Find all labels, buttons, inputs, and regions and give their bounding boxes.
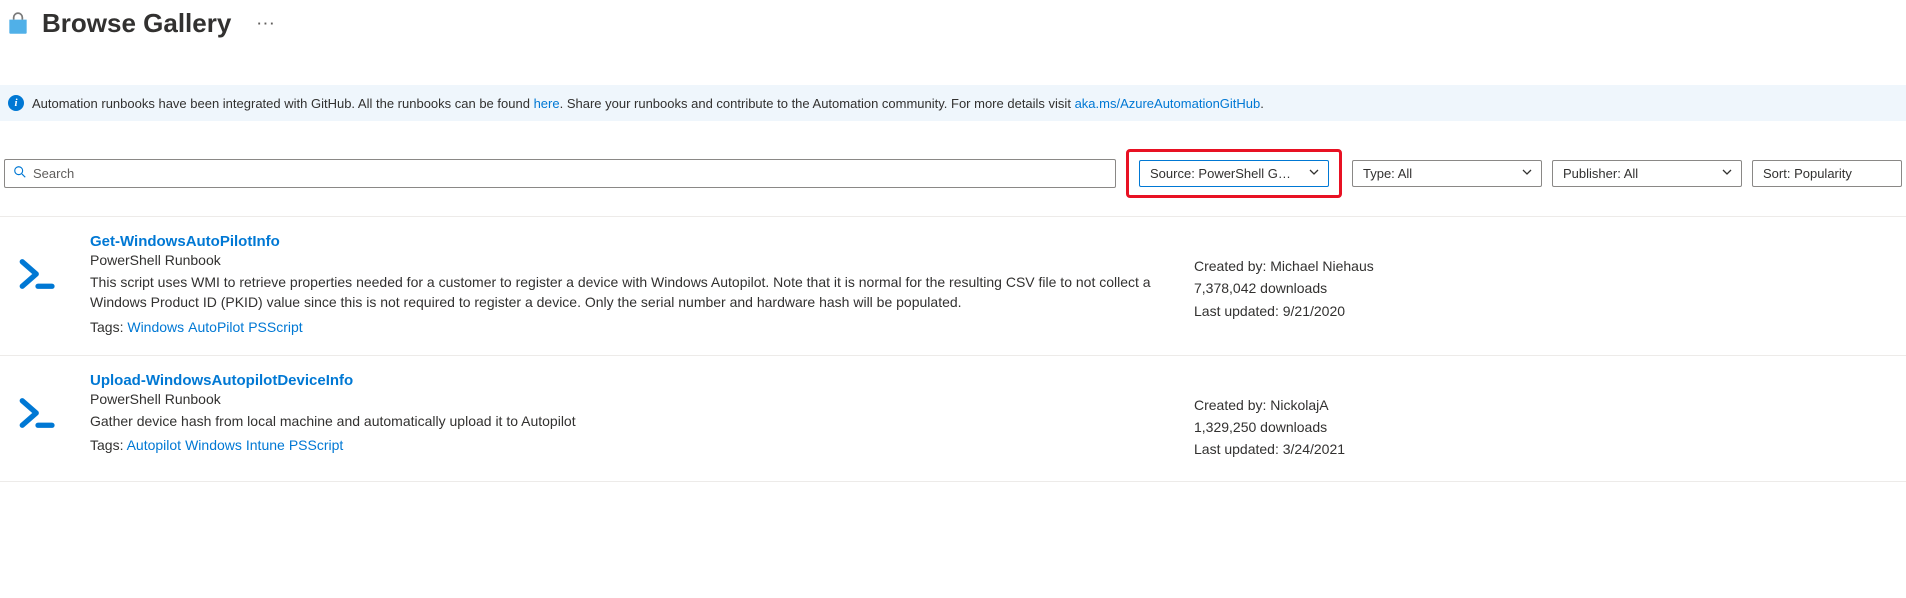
results-list: Get-WindowsAutoPilotInfo PowerShell Runb… <box>0 216 1906 482</box>
source-dropdown-label: Source: PowerShell G… <box>1150 166 1291 181</box>
result-meta: Created by: NickolajA 1,329,250 download… <box>1194 372 1454 461</box>
tag-link[interactable]: PSScript <box>289 437 343 453</box>
result-item: Get-WindowsAutoPilotInfo PowerShell Runb… <box>0 217 1906 356</box>
last-updated: Last updated: 9/21/2020 <box>1194 300 1454 322</box>
tags-label: Tags: <box>90 437 127 453</box>
page-title: Browse Gallery <box>42 8 231 39</box>
info-icon: i <box>8 95 24 111</box>
source-dropdown[interactable]: Source: PowerShell G… <box>1139 160 1329 187</box>
type-dropdown-label: Type: All <box>1363 166 1412 181</box>
result-main: Get-WindowsAutoPilotInfo PowerShell Runb… <box>90 233 1170 335</box>
page-header: Browse Gallery ··· <box>0 0 1906 47</box>
chevron-down-icon <box>1521 166 1533 181</box>
type-dropdown[interactable]: Type: All <box>1352 160 1542 187</box>
more-button[interactable]: ··· <box>253 16 280 31</box>
banner-link-here[interactable]: here <box>534 96 560 111</box>
chevron-down-icon <box>1721 166 1733 181</box>
tag-link[interactable]: PSScript <box>248 319 302 335</box>
banner-link-github[interactable]: aka.ms/AzureAutomationGitHub <box>1075 96 1261 111</box>
banner-text-1: Automation runbooks have been integrated… <box>32 96 534 111</box>
result-item: Upload-WindowsAutopilotDeviceInfo PowerS… <box>0 356 1906 482</box>
tag-link[interactable]: Autopilot <box>127 437 181 453</box>
sort-dropdown[interactable]: Sort: Popularity <box>1752 160 1902 187</box>
downloads: 7,378,042 downloads <box>1194 277 1454 299</box>
result-tags: Tags: AutopilotWindowsIntunePSScript <box>90 437 1170 453</box>
tag-link[interactable]: AutoPilot <box>188 319 244 335</box>
publisher-dropdown[interactable]: Publisher: All <box>1552 160 1742 187</box>
sort-dropdown-label: Sort: Popularity <box>1763 166 1852 181</box>
result-tags: Tags: WindowsAutoPilotPSScript <box>90 319 1170 335</box>
last-updated: Last updated: 3/24/2021 <box>1194 438 1454 460</box>
search-icon <box>13 165 27 182</box>
result-description: This script uses WMI to retrieve propert… <box>90 272 1170 313</box>
tag-link[interactable]: Intune <box>246 437 285 453</box>
tags-label: Tags: <box>90 319 127 335</box>
result-description: Gather device hash from local machine an… <box>90 411 1170 431</box>
downloads: 1,329,250 downloads <box>1194 416 1454 438</box>
search-box[interactable] <box>4 159 1116 188</box>
result-subtitle: PowerShell Runbook <box>90 391 1170 407</box>
search-input[interactable] <box>33 166 1107 181</box>
tag-link[interactable]: Windows <box>127 319 184 335</box>
banner-text-3: . <box>1260 96 1264 111</box>
banner-text-2: . Share your runbooks and contribute to … <box>560 96 1075 111</box>
info-banner-text: Automation runbooks have been integrated… <box>32 96 1264 111</box>
chevron-down-icon <box>1308 166 1320 181</box>
powershell-icon <box>10 372 66 461</box>
filter-row: Source: PowerShell G… Type: All Publishe… <box>0 121 1906 216</box>
result-meta: Created by: Michael Niehaus 7,378,042 do… <box>1194 233 1454 335</box>
result-main: Upload-WindowsAutopilotDeviceInfo PowerS… <box>90 372 1170 461</box>
powershell-icon <box>10 233 66 335</box>
tag-link[interactable]: Windows <box>185 437 242 453</box>
publisher-dropdown-label: Publisher: All <box>1563 166 1638 181</box>
created-by: Created by: Michael Niehaus <box>1194 255 1454 277</box>
store-icon <box>4 10 32 38</box>
result-subtitle: PowerShell Runbook <box>90 252 1170 268</box>
created-by: Created by: NickolajA <box>1194 394 1454 416</box>
info-banner: i Automation runbooks have been integrat… <box>0 85 1906 121</box>
source-highlight-box: Source: PowerShell G… <box>1126 149 1342 198</box>
result-title[interactable]: Get-WindowsAutoPilotInfo <box>90 233 1170 250</box>
result-title[interactable]: Upload-WindowsAutopilotDeviceInfo <box>90 372 1170 389</box>
